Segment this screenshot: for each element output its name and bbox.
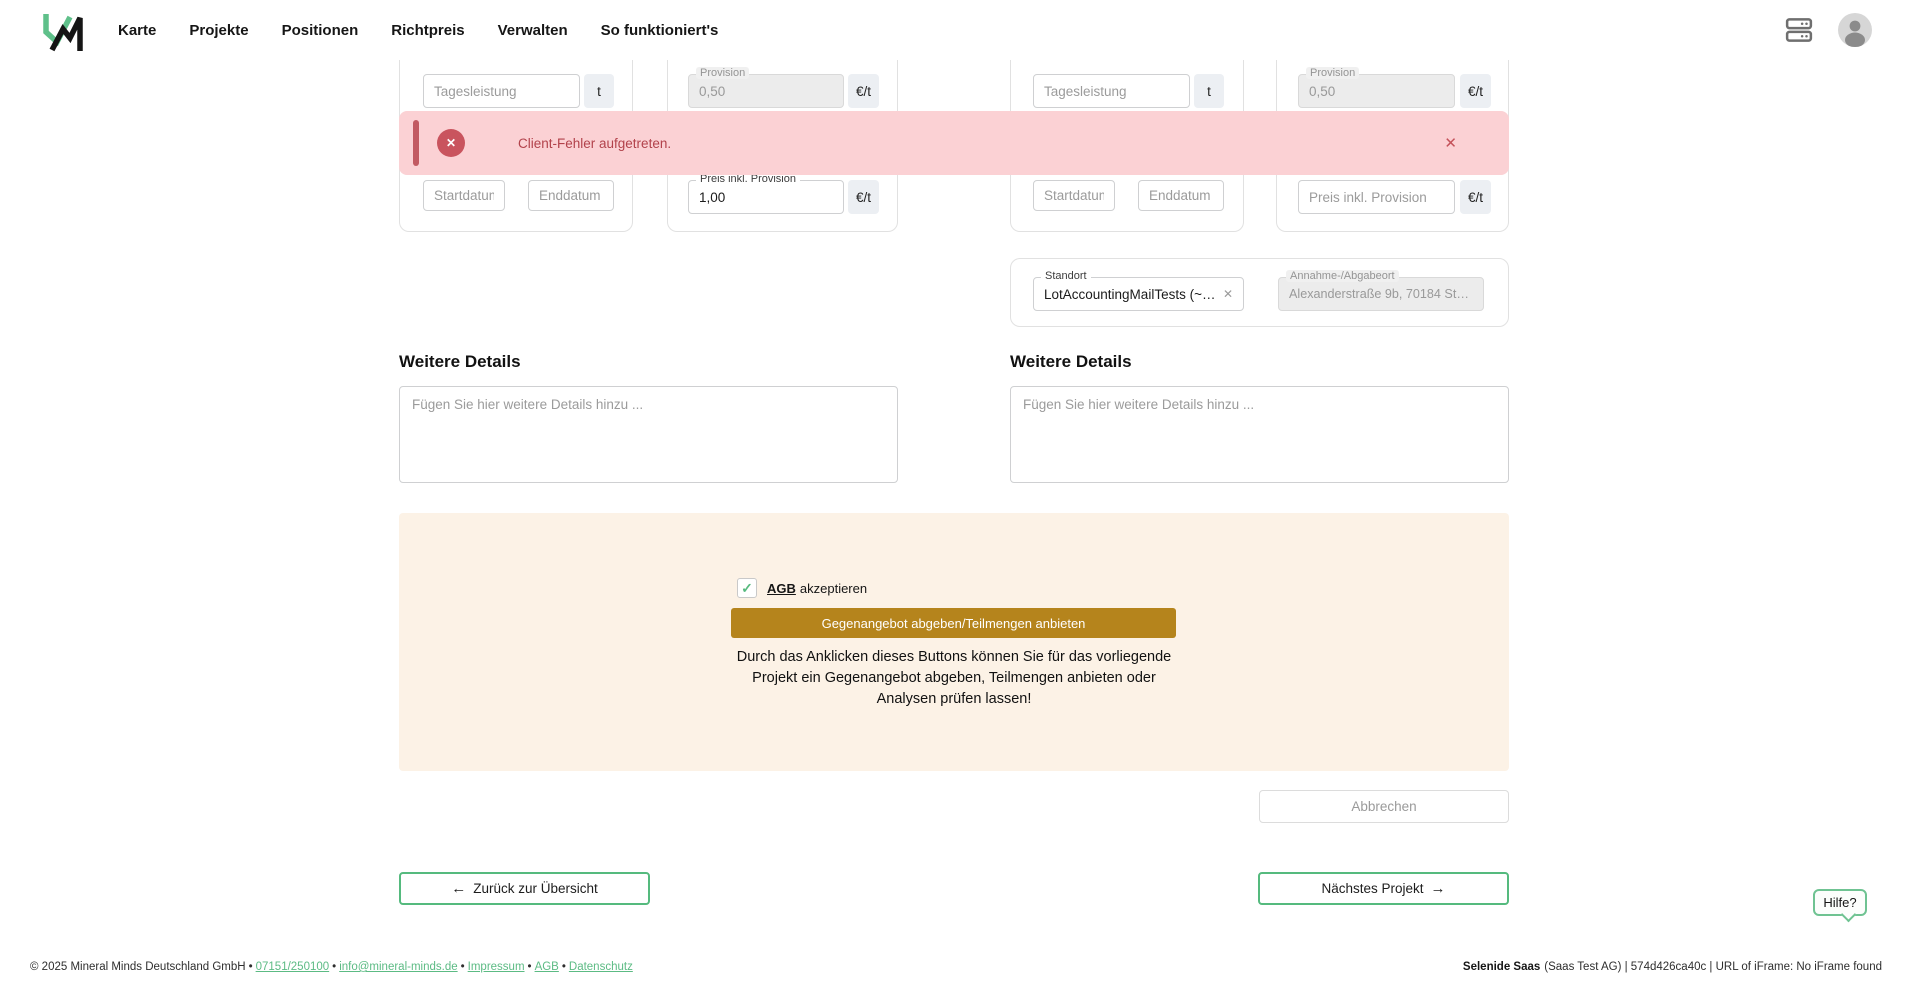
standort-field[interactable]: Standort LotAccountingMailTests (~3 k...… [1033,277,1244,311]
standort-label: Standort [1041,270,1091,282]
right-daily-output-input[interactable] [1033,74,1190,108]
unit-eur-per-ton-suffix: €/t [848,74,879,108]
nav-item-projekte[interactable]: Projekte [189,22,248,39]
left-arrow-icon: ← [451,880,466,897]
back-button-label: Zurück zur Übersicht [473,881,598,896]
left-provision-label: Provision [696,67,749,79]
next-button-label: Nächstes Projekt [1321,881,1423,896]
agb-checkbox[interactable]: ✓ [737,578,757,598]
error-icon: ✕ [437,129,465,157]
unit-eur-per-ton-suffix: €/t [1460,180,1491,214]
error-toast: ✕ Client-Fehler aufgetreten. ✕ [399,111,1509,175]
main-nav: Karte Projekte Positionen Richtpreis Ver… [118,0,718,60]
unit-tons-suffix: t [1194,74,1224,108]
right-details-textarea[interactable] [1010,386,1509,483]
agb-accept-row: ✓ AGB akzeptieren [737,578,867,598]
nav-item-karte[interactable]: Karte [118,22,156,39]
left-details-textarea[interactable] [399,386,898,483]
left-provision-value: 0,50 [699,84,833,99]
note-line-1: Durch das Anklicken dieses Buttons könne… [399,647,1509,668]
left-price-value: 1,00 [699,190,833,205]
nav-item-verwalten[interactable]: Verwalten [498,22,568,39]
left-price-incl-provision-field[interactable]: Preis inkl. Provision 1,00 [688,180,844,214]
annahme-abgabeort-value: Alexanderstraße 9b, 70184 Stuttgart [1289,287,1473,301]
annahme-abgabeort-label: Annahme-/Abgabeort [1286,270,1399,282]
error-accent-bar [413,120,419,166]
unit-eur-per-ton-suffix: €/t [848,180,879,214]
nav-item-positionen[interactable]: Positionen [282,22,359,39]
right-provision-label: Provision [1306,67,1359,79]
unit-tons-suffix: t [584,74,614,108]
note-line-3: Analysen prüfen lassen! [399,689,1509,710]
agb-label: AGB akzeptieren [767,581,867,596]
server-stack-icon[interactable] [1784,15,1814,45]
footer-company-info: © 2025 Mineral Minds Deutschland GmbH•07… [30,961,633,973]
left-start-date-input[interactable] [423,180,505,211]
agb-suffix-text: akzeptieren [800,581,867,596]
footer-agb-link[interactable]: AGB [535,961,559,973]
unit-eur-per-ton-suffix: €/t [1460,74,1491,108]
right-provision-field: Provision 0,50 [1298,74,1455,108]
footer-phone-link[interactable]: 07151/250100 [256,961,330,973]
counter-offer-note: Durch das Anklicken dieses Buttons könne… [399,647,1509,710]
nav-item-so-funktionierts[interactable]: So funktioniert's [601,22,719,39]
back-to-overview-button[interactable]: ← Zurück zur Übersicht [399,872,650,905]
left-provision-field: Provision 0,50 [688,74,844,108]
footer-email-link[interactable]: info@mineral-minds.de [339,961,457,973]
cancel-button[interactable]: Abbrechen [1259,790,1509,823]
note-line-2: Projekt ein Gegenangebot abgeben, Teilme… [399,668,1509,689]
right-details-heading: Weitere Details [1010,352,1132,372]
left-details-heading: Weitere Details [399,352,521,372]
mineral-minds-logo-icon[interactable] [40,9,84,53]
footer-impressum-link[interactable]: Impressum [468,961,525,973]
right-location-card: Standort LotAccountingMailTests (~3 k...… [1010,258,1509,327]
agb-link[interactable]: AGB [767,581,796,596]
standort-value: LotAccountingMailTests (~3 k... [1044,287,1217,302]
avatar-icon[interactable] [1838,13,1872,47]
right-price-incl-provision-input[interactable] [1298,180,1455,214]
right-provision-value: 0,50 [1309,84,1444,99]
annahme-abgabeort-field: Annahme-/Abgabeort Alexanderstraße 9b, 7… [1278,277,1484,311]
footer-app-meta: (Saas Test AG) | 574d426ca40c | URL of i… [1544,961,1882,973]
close-icon[interactable]: ✕ [1444,111,1457,175]
left-end-date-input[interactable] [528,180,614,211]
footer-datenschutz-link[interactable]: Datenschutz [569,961,633,973]
footer-app-info: Selenide Saas (Saas Test AG) | 574d426ca4… [1463,961,1882,973]
header-icons [1784,0,1872,60]
footer-app-name: Selenide Saas [1463,961,1540,973]
counter-offer-button[interactable]: Gegenangebot abgeben/Teilmengen anbieten [731,608,1176,638]
footer-copyright: © 2025 Mineral Minds Deutschland GmbH [30,961,246,973]
right-end-date-input[interactable] [1138,180,1224,211]
top-navigation-bar: Karte Projekte Positionen Richtpreis Ver… [0,0,1920,60]
error-message: Client-Fehler aufgetreten. [518,111,671,175]
page: Karte Projekte Positionen Richtpreis Ver… [0,0,1920,994]
right-start-date-input[interactable] [1033,180,1115,211]
clear-icon[interactable]: ✕ [1223,287,1233,301]
right-arrow-icon: → [1431,880,1446,897]
left-daily-output-input[interactable] [423,74,580,108]
counter-offer-panel: ✓ AGB akzeptieren Gegenangebot abgeben/Te… [399,513,1509,771]
help-button[interactable]: Hilfe? [1813,889,1867,916]
nav-item-richtpreis[interactable]: Richtpreis [391,22,464,39]
next-project-button[interactable]: Nächstes Projekt → [1258,872,1509,905]
